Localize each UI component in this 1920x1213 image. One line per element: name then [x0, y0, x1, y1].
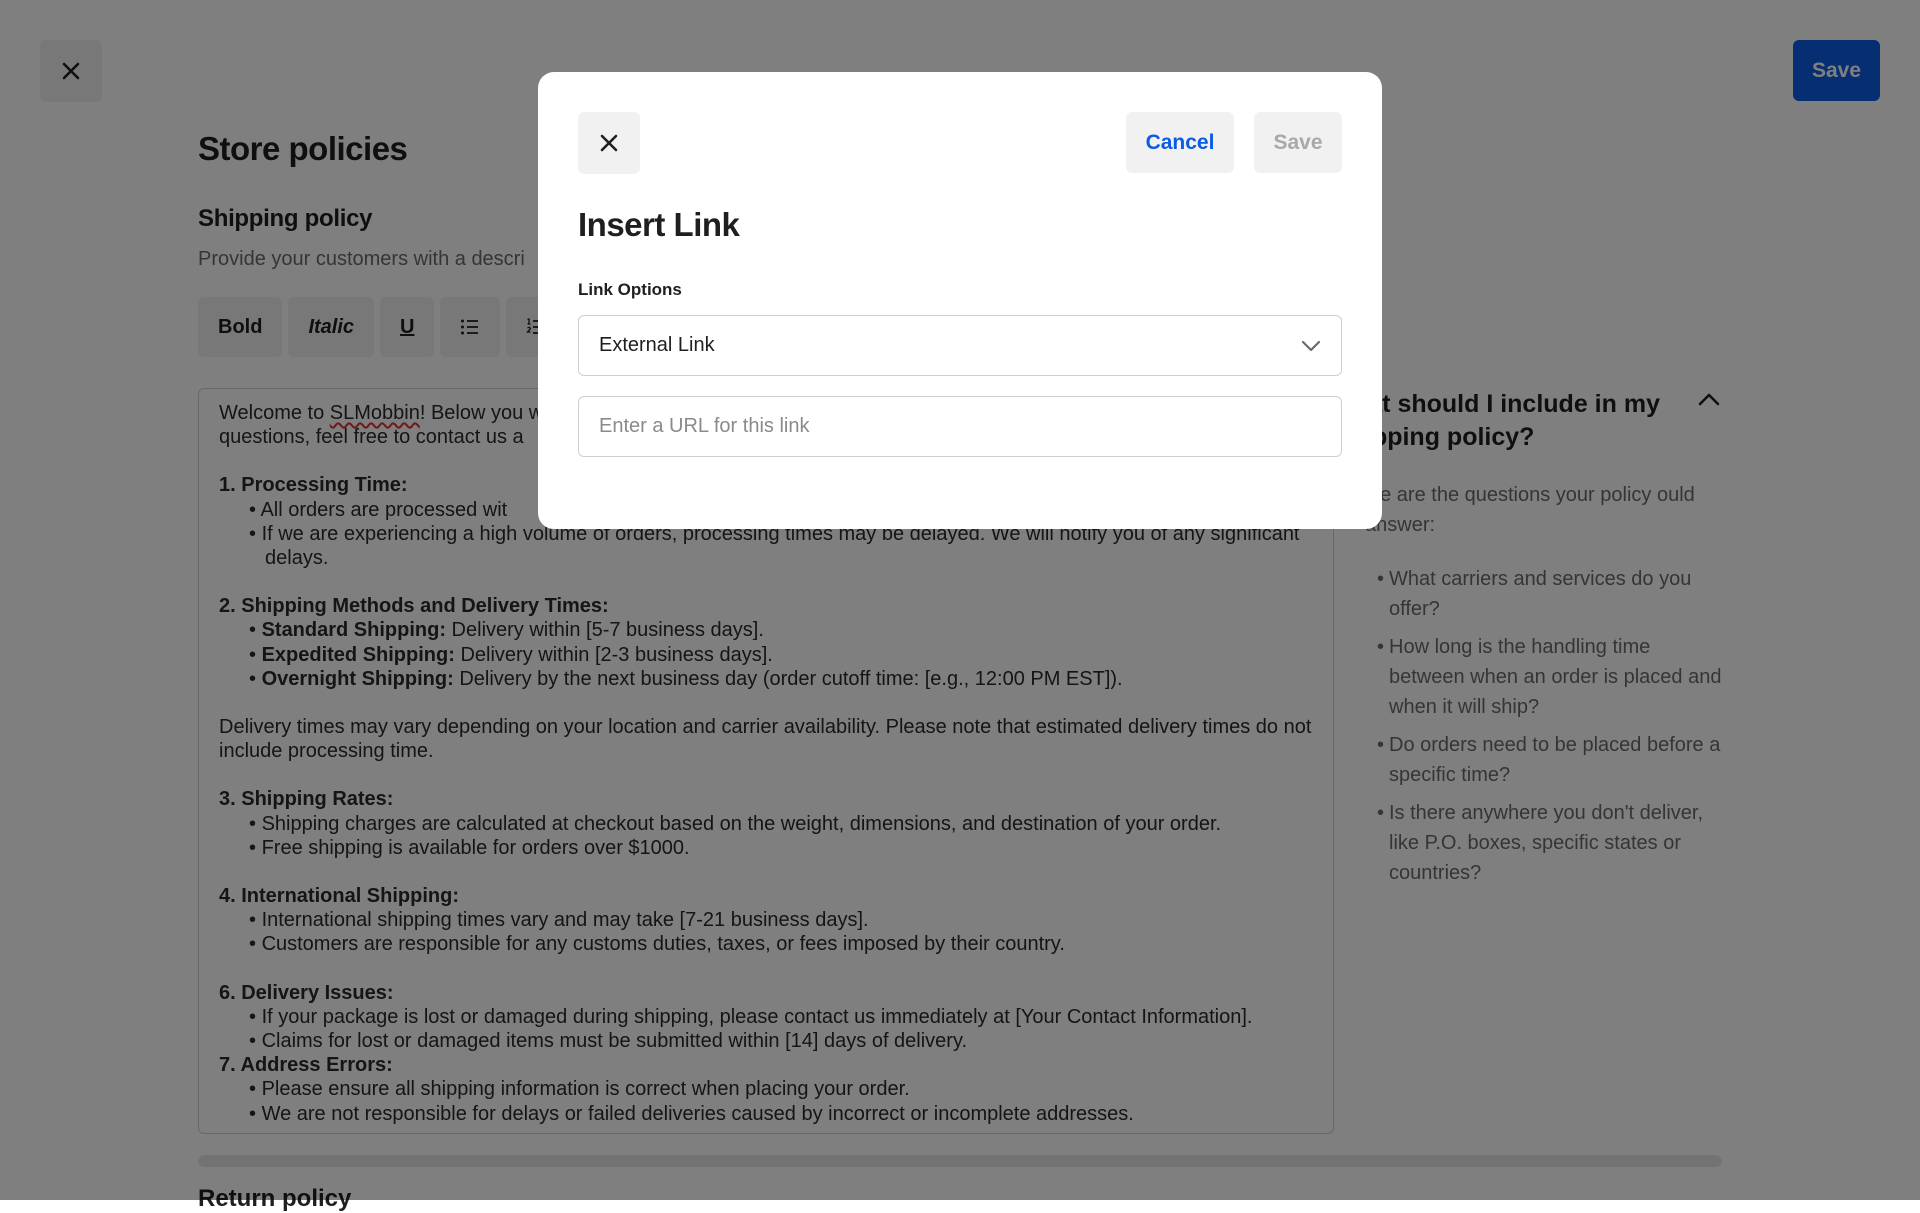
select-value: External Link: [599, 334, 715, 356]
link-options-label: Link Options: [578, 280, 682, 299]
insert-link-modal: Cancel Save Insert Link Link Options Ext…: [538, 72, 1382, 529]
modal-close-button[interactable]: [578, 112, 640, 174]
modal-title: Insert Link: [578, 206, 740, 243]
cancel-button[interactable]: Cancel: [1126, 112, 1234, 173]
link-options-select[interactable]: External Link: [578, 315, 1342, 376]
chevron-down-icon: [1301, 340, 1321, 351]
close-icon: [600, 134, 618, 152]
url-input[interactable]: [578, 396, 1342, 457]
save-button[interactable]: Save: [1254, 112, 1342, 173]
